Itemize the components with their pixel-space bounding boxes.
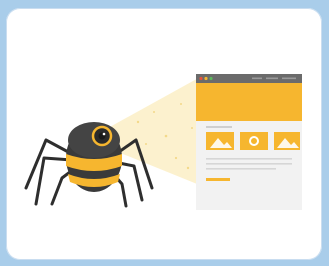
page-hero-banner: [196, 83, 302, 121]
window-dot-green: [209, 76, 213, 81]
image-tile-icon: [274, 132, 300, 150]
window-dot-yellow: [204, 76, 208, 81]
page-cta-bar: [206, 178, 230, 181]
thumbnail-frame: [0, 0, 329, 266]
browser-window-icon: [196, 74, 302, 210]
window-dot-red: [199, 76, 203, 81]
light-beam: [108, 76, 202, 186]
image-tile-icon: [206, 132, 234, 150]
crawler-illustration: [24, 74, 302, 210]
image-tile-icon: [240, 132, 268, 150]
spider-robot-icon: [66, 122, 122, 192]
illustration-card[interactable]: [6, 8, 322, 260]
